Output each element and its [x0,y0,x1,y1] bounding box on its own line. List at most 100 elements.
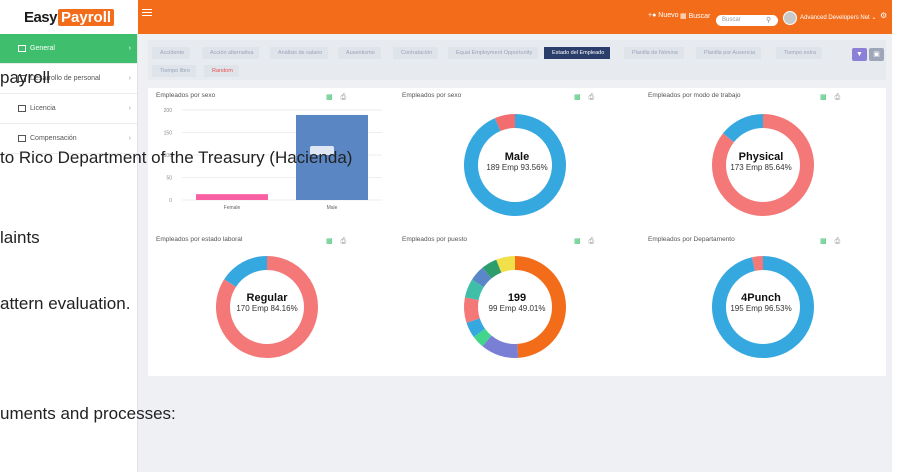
sidebar-item-label: General [30,45,55,52]
sidebar-item-general[interactable]: General › [0,34,137,64]
tab-ausentismo[interactable]: Ausentismo [338,47,381,59]
tab-estado-empleado[interactable]: Estado del Empleado [544,47,611,59]
y-tick-label: 200 [164,108,173,114]
tab-accidente[interactable]: Accidente [152,47,191,59]
settings-icon[interactable]: ⚙ [880,11,887,20]
donut-slice-6 [471,267,492,288]
donut-center-sub: 195 Emp 96.53% [730,304,792,313]
hamburger-menu-icon[interactable] [142,9,152,19]
calendar-icon [18,105,26,112]
panel-title: Empleados por sexo [402,92,462,99]
tab-planilla-ausencia[interactable]: Planilla por Ausencia [696,47,762,59]
user-name: Advanced Developers Net [800,15,870,21]
id-card-icon: ▦ [680,13,687,20]
tab-random[interactable]: Random [204,65,239,77]
avatar[interactable] [783,11,797,25]
tab-tiempo-libre[interactable]: Tiempo libre [152,65,197,77]
panel-title: Empleados por estado laboral [156,236,243,243]
panel-empleados-departamento: Empleados por Departamento ▩ ⎙ 4Punch 19… [640,232,886,376]
logo-easy-text: Easy [23,8,58,26]
doc-line-3: laints [0,228,40,247]
print-icon[interactable]: ⎙ [341,238,347,245]
user-menu[interactable]: Advanced Developers Net ⌄ [800,14,876,21]
print-icon[interactable]: ⎙ [341,94,347,101]
x-tick-label: Female [224,205,241,211]
donut-slice-2 [473,328,492,347]
chevron-right-icon: › [128,135,131,142]
donut-center-sub: 99 Emp 49.01% [488,304,546,313]
chevron-right-icon: › [128,45,131,52]
print-icon[interactable]: ⎙ [835,238,841,245]
excel-icon[interactable]: ▩ [820,94,827,101]
excel-icon[interactable]: ▩ [574,238,581,245]
y-tick-label: 50 [166,176,172,182]
panel-title: Empleados por sexo [156,92,216,99]
tab-planilla-nomina[interactable]: Planilla de Nómina [624,47,684,59]
panel-title: Empleados por Departamento [648,236,735,243]
donut-slice-7 [482,259,502,279]
excel-icon[interactable]: ▩ [574,94,581,101]
doc-line-5: uments and processes: [0,404,176,423]
logo-payroll-text: Payroll [58,8,115,26]
report-tabs: Accidente Acción alternativa Análisis de… [148,40,886,80]
print-icon[interactable]: ⎙ [589,238,595,245]
donut-center-name: Physical [738,151,784,163]
panel-empleados-por-sexo-donut: Empleados por sexo ▩ ⎙ Male 189 Emp 93.5… [394,88,640,232]
filter-button[interactable]: ▼ [852,48,867,61]
charts-grid: Empleados por sexo ▩ ⎙ 200 150 100 50 0 Femal… [148,88,886,376]
filter-icon: ▼ [856,51,863,58]
buscar-label: Buscar [688,13,711,20]
top-bar: Easy Payroll +● Nuevo ▦ Buscar Buscar ⚲ … [0,0,892,34]
donut-center-name: 199 [507,292,527,304]
print-icon[interactable]: ⎙ [835,94,841,101]
nuevo-button[interactable]: +● Nuevo [648,12,679,19]
donut-center-name: 4Punch [741,292,781,304]
nuevo-label: Nuevo [658,12,679,19]
bar-chart: 200150100500Female Male [164,108,382,211]
logo[interactable]: Easy Payroll [0,0,138,34]
screenshot-root: Easy Payroll +● Nuevo ▦ Buscar Buscar ⚲ … [0,0,907,472]
buscar-button[interactable]: ▦ Buscar [680,12,710,20]
main-content: Accidente Acción alternativa Análisis de… [144,40,890,472]
chevron-down-icon: ⌄ [871,15,877,21]
export-button[interactable]: ▣ [869,48,884,61]
y-tick-label: 150 [164,131,173,137]
tab-contratacion[interactable]: Contratación [393,47,439,59]
sidebar-item-label: Compensación [30,135,77,142]
save-icon: ▣ [873,51,880,58]
panel-title: Empleados por puesto [402,236,468,243]
app-window: Easy Payroll +● Nuevo ▦ Buscar Buscar ⚲ … [0,0,892,472]
donut-center-sub: 173 Emp 85.64% [730,163,792,172]
y-tick-label: 0 [169,198,172,204]
dashboard-icon [18,45,26,52]
donut-slice-8 [496,256,516,273]
panel-empleados-modo-trabajo: Empleados por modo de trabajo ▩ ⎙ Physic… [640,88,886,232]
donut-slice-1 [482,335,519,358]
search-icon[interactable]: ⚲ [766,16,771,24]
bar-female [196,194,268,200]
doc-line-1: payroll [0,68,51,87]
sidebar-item-label: Licencia [30,105,56,112]
x-tick-label: Male [327,205,338,211]
chevron-right-icon: › [128,105,131,112]
donut-slice-1 [722,114,764,143]
tab-accion-alternativa[interactable]: Acción alternativa [202,47,260,59]
tab-analisis-salario[interactable]: Análisis de salario [270,47,329,59]
chevron-right-icon: › [128,75,131,82]
print-icon[interactable]: ⎙ [589,94,595,101]
donut-slice-1 [751,256,764,271]
donut-center-name: Regular [246,292,288,304]
excel-icon[interactable]: ▩ [326,94,333,101]
donut-slice-1 [494,114,516,132]
panel-title: Empleados por modo de trabajo [648,92,741,99]
donut-slice-3 [466,318,486,337]
excel-icon[interactable]: ▩ [326,238,333,245]
donut-center-sub: 189 Emp 93.56% [486,163,548,172]
panel-empleados-estado-laboral: Empleados por estado laboral ▩ ⎙ Regular… [148,232,394,376]
tab-equal-employment[interactable]: Equal Employment Opportunity [448,47,539,59]
tab-tiempo-extra[interactable]: Tiempo extra [776,47,822,59]
sidebar-item-licencia[interactable]: Licencia › [0,94,137,124]
doc-line-4: attern evaluation. [0,294,131,313]
excel-icon[interactable]: ▩ [820,238,827,245]
money-icon [18,135,26,142]
